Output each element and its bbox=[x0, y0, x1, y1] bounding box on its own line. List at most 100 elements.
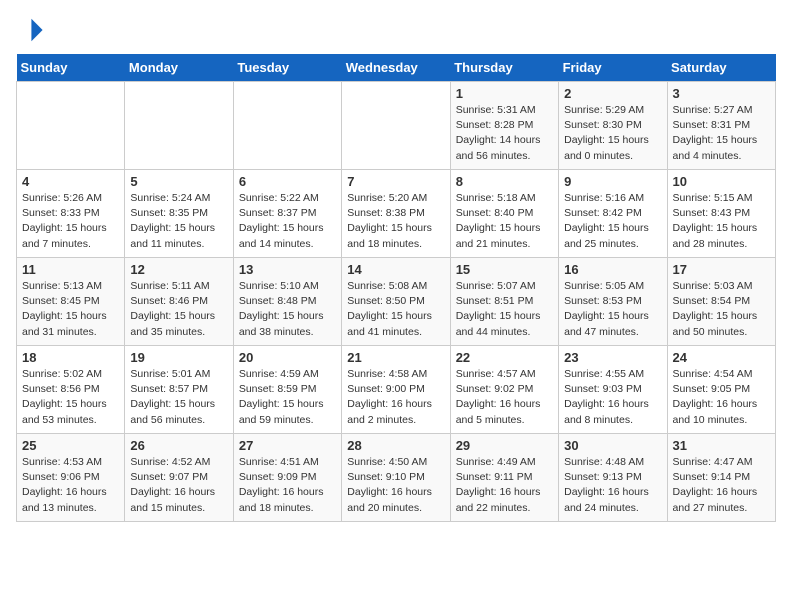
calendar-day-cell: 28 Sunrise: 4:50 AM Sunset: 9:10 PM Dayli… bbox=[342, 434, 450, 522]
calendar-day-cell bbox=[125, 82, 233, 170]
day-number: 16 bbox=[564, 262, 661, 277]
calendar-day-cell: 19 Sunrise: 5:01 AM Sunset: 8:57 PM Dayli… bbox=[125, 346, 233, 434]
day-number: 24 bbox=[673, 350, 770, 365]
day-info: Sunrise: 5:27 AM Sunset: 8:31 PM Dayligh… bbox=[673, 103, 770, 164]
page-header bbox=[16, 16, 776, 44]
calendar-day-cell: 25Sunrise: 4:53 AM Sunset: 9:06 PM Dayli… bbox=[17, 434, 125, 522]
calendar-day-cell: 12Sunrise: 5:11 AM Sunset: 8:46 PM Dayli… bbox=[125, 258, 233, 346]
calendar-day-cell: 21 Sunrise: 4:58 AM Sunset: 9:00 PM Dayli… bbox=[342, 346, 450, 434]
calendar-day-cell: 23 Sunrise: 4:55 AM Sunset: 9:03 PM Dayli… bbox=[559, 346, 667, 434]
day-info: Sunrise: 4:54 AM Sunset: 9:05 PM Dayligh… bbox=[673, 367, 770, 428]
weekday-header: Tuesday bbox=[233, 54, 341, 82]
day-number: 30 bbox=[564, 438, 661, 453]
calendar-day-cell: 1 Sunrise: 5:31 AM Sunset: 8:28 PM Daylig… bbox=[450, 82, 558, 170]
calendar-day-cell: 20 Sunrise: 4:59 AM Sunset: 8:59 PM Dayli… bbox=[233, 346, 341, 434]
calendar-day-cell: 13 Sunrise: 5:10 AM Sunset: 8:48 PM Dayli… bbox=[233, 258, 341, 346]
calendar-day-cell: 27Sunrise: 4:51 AM Sunset: 9:09 PM Dayli… bbox=[233, 434, 341, 522]
weekday-header: Wednesday bbox=[342, 54, 450, 82]
day-number: 5 bbox=[130, 174, 227, 189]
day-number: 18 bbox=[22, 350, 119, 365]
calendar-week-row: 18 Sunrise: 5:02 AM Sunset: 8:56 PM Dayli… bbox=[17, 346, 776, 434]
day-number: 27 bbox=[239, 438, 336, 453]
day-number: 20 bbox=[239, 350, 336, 365]
calendar-week-row: 11 Sunrise: 5:13 AM Sunset: 8:45 PM Dayli… bbox=[17, 258, 776, 346]
calendar-day-cell: 6 Sunrise: 5:22 AM Sunset: 8:37 PM Daylig… bbox=[233, 170, 341, 258]
day-number: 12 bbox=[130, 262, 227, 277]
day-number: 29 bbox=[456, 438, 553, 453]
weekday-header: Monday bbox=[125, 54, 233, 82]
day-number: 11 bbox=[22, 262, 119, 277]
day-info: Sunrise: 4:48 AM Sunset: 9:13 PM Dayligh… bbox=[564, 455, 661, 516]
day-info: Sunrise: 4:47 AM Sunset: 9:14 PM Dayligh… bbox=[673, 455, 770, 516]
weekday-header: Sunday bbox=[17, 54, 125, 82]
calendar-day-cell: 24 Sunrise: 4:54 AM Sunset: 9:05 PM Dayli… bbox=[667, 346, 775, 434]
calendar-table: SundayMondayTuesdayWednesdayThursdayFrid… bbox=[16, 54, 776, 522]
calendar-day-cell: 31 Sunrise: 4:47 AM Sunset: 9:14 PM Dayli… bbox=[667, 434, 775, 522]
day-info: Sunrise: 5:15 AM Sunset: 8:43 PM Dayligh… bbox=[673, 191, 770, 252]
weekday-header: Thursday bbox=[450, 54, 558, 82]
logo bbox=[16, 16, 48, 44]
day-info: Sunrise: 5:22 AM Sunset: 8:37 PM Dayligh… bbox=[239, 191, 336, 252]
calendar-day-cell: 14 Sunrise: 5:08 AM Sunset: 8:50 PM Dayli… bbox=[342, 258, 450, 346]
calendar-day-cell bbox=[17, 82, 125, 170]
calendar-day-cell: 5Sunrise: 5:24 AM Sunset: 8:35 PM Daylig… bbox=[125, 170, 233, 258]
day-info: Sunrise: 5:20 AM Sunset: 8:38 PM Dayligh… bbox=[347, 191, 444, 252]
day-number: 21 bbox=[347, 350, 444, 365]
logo-icon bbox=[16, 16, 44, 44]
day-info: Sunrise: 5:07 AM Sunset: 8:51 PM Dayligh… bbox=[456, 279, 553, 340]
day-info: Sunrise: 4:50 AM Sunset: 9:10 PM Dayligh… bbox=[347, 455, 444, 516]
calendar-day-cell: 16 Sunrise: 5:05 AM Sunset: 8:53 PM Dayli… bbox=[559, 258, 667, 346]
day-number: 1 bbox=[456, 86, 553, 101]
day-number: 31 bbox=[673, 438, 770, 453]
day-info: Sunrise: 4:57 AM Sunset: 9:02 PM Dayligh… bbox=[456, 367, 553, 428]
day-number: 7 bbox=[347, 174, 444, 189]
day-number: 3 bbox=[673, 86, 770, 101]
day-number: 14 bbox=[347, 262, 444, 277]
calendar-day-cell: 7 Sunrise: 5:20 AM Sunset: 8:38 PM Daylig… bbox=[342, 170, 450, 258]
day-info: Sunrise: 5:13 AM Sunset: 8:45 PM Dayligh… bbox=[22, 279, 119, 340]
day-number: 4 bbox=[22, 174, 119, 189]
day-number: 28 bbox=[347, 438, 444, 453]
day-info: Sunrise: 5:08 AM Sunset: 8:50 PM Dayligh… bbox=[347, 279, 444, 340]
calendar-day-cell: 26 Sunrise: 4:52 AM Sunset: 9:07 PM Dayli… bbox=[125, 434, 233, 522]
day-number: 17 bbox=[673, 262, 770, 277]
day-info: Sunrise: 4:53 AM Sunset: 9:06 PM Dayligh… bbox=[22, 455, 119, 516]
calendar-day-cell: 3 Sunrise: 5:27 AM Sunset: 8:31 PM Daylig… bbox=[667, 82, 775, 170]
day-info: Sunrise: 5:01 AM Sunset: 8:57 PM Dayligh… bbox=[130, 367, 227, 428]
calendar-day-cell: 8Sunrise: 5:18 AM Sunset: 8:40 PM Daylig… bbox=[450, 170, 558, 258]
calendar-day-cell: 30 Sunrise: 4:48 AM Sunset: 9:13 PM Dayli… bbox=[559, 434, 667, 522]
day-info: Sunrise: 4:49 AM Sunset: 9:11 PM Dayligh… bbox=[456, 455, 553, 516]
day-info: Sunrise: 4:58 AM Sunset: 9:00 PM Dayligh… bbox=[347, 367, 444, 428]
calendar-day-cell: 10Sunrise: 5:15 AM Sunset: 8:43 PM Dayli… bbox=[667, 170, 775, 258]
day-info: Sunrise: 4:59 AM Sunset: 8:59 PM Dayligh… bbox=[239, 367, 336, 428]
weekday-header: Saturday bbox=[667, 54, 775, 82]
day-info: Sunrise: 5:16 AM Sunset: 8:42 PM Dayligh… bbox=[564, 191, 661, 252]
day-number: 22 bbox=[456, 350, 553, 365]
calendar-day-cell: 29 Sunrise: 4:49 AM Sunset: 9:11 PM Dayli… bbox=[450, 434, 558, 522]
day-info: Sunrise: 4:52 AM Sunset: 9:07 PM Dayligh… bbox=[130, 455, 227, 516]
calendar-day-cell: 15 Sunrise: 5:07 AM Sunset: 8:51 PM Dayli… bbox=[450, 258, 558, 346]
calendar-day-cell: 9 Sunrise: 5:16 AM Sunset: 8:42 PM Daylig… bbox=[559, 170, 667, 258]
calendar-day-cell: 11 Sunrise: 5:13 AM Sunset: 8:45 PM Dayli… bbox=[17, 258, 125, 346]
day-number: 26 bbox=[130, 438, 227, 453]
calendar-day-cell: 4 Sunrise: 5:26 AM Sunset: 8:33 PM Daylig… bbox=[17, 170, 125, 258]
day-number: 6 bbox=[239, 174, 336, 189]
day-info: Sunrise: 5:18 AM Sunset: 8:40 PM Dayligh… bbox=[456, 191, 553, 252]
day-number: 9 bbox=[564, 174, 661, 189]
day-info: Sunrise: 5:10 AM Sunset: 8:48 PM Dayligh… bbox=[239, 279, 336, 340]
day-number: 13 bbox=[239, 262, 336, 277]
calendar-day-cell bbox=[342, 82, 450, 170]
day-info: Sunrise: 5:02 AM Sunset: 8:56 PM Dayligh… bbox=[22, 367, 119, 428]
day-number: 15 bbox=[456, 262, 553, 277]
day-info: Sunrise: 5:31 AM Sunset: 8:28 PM Dayligh… bbox=[456, 103, 553, 164]
weekday-header-row: SundayMondayTuesdayWednesdayThursdayFrid… bbox=[17, 54, 776, 82]
day-info: Sunrise: 5:26 AM Sunset: 8:33 PM Dayligh… bbox=[22, 191, 119, 252]
day-info: Sunrise: 5:03 AM Sunset: 8:54 PM Dayligh… bbox=[673, 279, 770, 340]
day-number: 2 bbox=[564, 86, 661, 101]
day-info: Sunrise: 4:55 AM Sunset: 9:03 PM Dayligh… bbox=[564, 367, 661, 428]
day-info: Sunrise: 5:05 AM Sunset: 8:53 PM Dayligh… bbox=[564, 279, 661, 340]
day-number: 23 bbox=[564, 350, 661, 365]
calendar-day-cell: 18 Sunrise: 5:02 AM Sunset: 8:56 PM Dayli… bbox=[17, 346, 125, 434]
calendar-day-cell: 22 Sunrise: 4:57 AM Sunset: 9:02 PM Dayli… bbox=[450, 346, 558, 434]
day-number: 19 bbox=[130, 350, 227, 365]
